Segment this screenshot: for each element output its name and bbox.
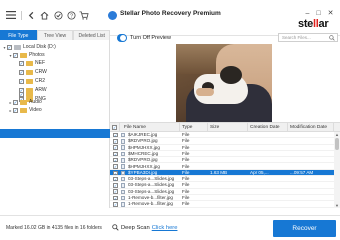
search-icon[interactable] (329, 35, 335, 41)
scroll-up-icon[interactable]: ▲ (334, 132, 340, 137)
file-icon (121, 176, 125, 182)
file-icon (121, 195, 125, 201)
file-list-header: ✓ File Name Type Size Creation Date Modi… (110, 122, 340, 132)
header-select-all[interactable]: ✓ (110, 123, 120, 132)
folder-icon (20, 99, 27, 105)
folder-icon (20, 52, 27, 58)
folder-icon (26, 78, 33, 84)
checkbox[interactable]: ✓ (113, 164, 118, 169)
home-icon[interactable] (38, 9, 50, 21)
scroll-thumb[interactable] (335, 138, 339, 150)
cart-icon[interactable] (78, 9, 90, 21)
deep-scan-link[interactable]: Click here (152, 225, 178, 231)
file-type-tree: ▾ ✓ Local Disk (D:) ▾ ✓ Photos ✓ NEF ✓ C… (0, 40, 110, 208)
deep-scan-label: Deep Scan (121, 224, 150, 231)
tree-item-cr2[interactable]: ✓ CR2 (19, 77, 45, 85)
svg-text:?: ? (70, 13, 73, 19)
scroll-down-icon[interactable]: ▼ (334, 203, 340, 208)
checkbox[interactable]: ✓ (113, 157, 118, 163)
cell-type: File (182, 201, 190, 207)
file-icon (121, 139, 125, 144)
cell-modification-date (288, 201, 334, 207)
checkbox[interactable]: ✓ (13, 52, 18, 58)
checkbox[interactable]: ✓ (113, 189, 118, 194)
status-bar: Marked 16.02 GB in 4135 files in 16 fold… (0, 215, 340, 240)
folder-icon (26, 60, 33, 66)
maximize-icon[interactable]: □ (314, 9, 323, 18)
left-panel-tabs: File Type Tree View Deleted List (0, 30, 111, 40)
cell-file-name: 1-Remove-b...filter.jpg (128, 201, 173, 207)
column-creation-date[interactable]: Creation Date (248, 123, 288, 132)
minimize-icon[interactable]: – (303, 9, 312, 18)
checkbox[interactable]: ✓ (19, 91, 24, 97)
file-list-scrollbar[interactable]: ▲ ▼ (334, 132, 340, 208)
checkbox[interactable]: ✓ (13, 107, 18, 113)
tree-item-jpeg-label[interactable]: ✓ JPEG (19, 90, 48, 98)
file-icon (121, 189, 125, 195)
recover-button[interactable]: Recover (273, 220, 336, 237)
app-logo-icon (108, 11, 117, 20)
checkbox[interactable]: ✓ (113, 183, 118, 188)
checkbox[interactable]: ✓ (7, 44, 12, 50)
column-type[interactable]: Type (180, 123, 208, 132)
cell-size (208, 201, 248, 207)
menu-icon[interactable] (5, 9, 17, 21)
tree-item-local-disk[interactable]: ▾ ✓ Local Disk (D:) (2, 43, 55, 51)
column-modification-date[interactable]: Modification Date (288, 123, 334, 132)
file-icon (121, 183, 125, 188)
close-icon[interactable]: ✕ (326, 9, 335, 18)
preview-toggle[interactable] (117, 34, 127, 42)
checkbox[interactable]: ✓ (113, 176, 118, 182)
photo-preview (176, 44, 272, 122)
tree-selection-highlight (0, 129, 110, 138)
file-icon (121, 145, 125, 150)
checkbox[interactable]: ✓ (113, 145, 118, 150)
file-icon (121, 202, 125, 207)
folder-icon (26, 69, 33, 75)
checkbox[interactable]: ✓ (19, 69, 24, 75)
check-icon[interactable] (52, 9, 64, 21)
help-icon[interactable]: ? (65, 9, 77, 21)
tab-file-type[interactable]: File Type (0, 30, 37, 40)
toolbar-divider (21, 11, 22, 20)
tree-item-video[interactable]: ▸ ✓ Video (8, 106, 41, 114)
checkbox[interactable]: ✓ (113, 202, 118, 207)
cell-creation-date (248, 201, 288, 207)
tab-deleted-list[interactable]: Deleted List (73, 30, 111, 40)
disk-icon (14, 44, 21, 50)
app-title: Stellar Photo Recovery Premium (120, 10, 221, 17)
back-icon[interactable] (25, 9, 37, 21)
file-icon (121, 151, 125, 157)
checkbox[interactable]: ✓ (19, 78, 24, 84)
column-file-name[interactable]: File Name (120, 123, 180, 132)
search-icon (112, 224, 119, 231)
file-icon (121, 132, 125, 138)
folder-icon (26, 91, 33, 97)
preview-toolbar: Turn Off Preview (110, 30, 340, 45)
checkbox[interactable]: ✓ (113, 151, 118, 157)
selection-status: Marked 16.02 GB in 4135 files in 16 fold… (6, 225, 102, 231)
table-row[interactable]: ✓ 1-Remove-b...filter.jpg File (110, 201, 334, 208)
checkbox[interactable]: ✓ (113, 132, 118, 138)
column-size[interactable]: Size (208, 123, 248, 132)
checkbox[interactable]: ✓ (113, 139, 118, 144)
tree-item-crw[interactable]: ✓ CRW (19, 68, 47, 76)
brand-logo: stellar (298, 18, 329, 30)
checkbox[interactable]: ✓ (113, 195, 118, 201)
folder-icon (20, 107, 27, 113)
checkbox[interactable]: ✓ (13, 99, 18, 105)
file-icon (121, 158, 125, 163)
preview-toggle-label: Turn Off Preview (130, 35, 171, 41)
file-list: ✓ File Name Type Size Creation Date Modi… (110, 122, 340, 208)
checkbox[interactable]: ✓ (19, 60, 24, 66)
checkbox[interactable]: ✓ (113, 170, 118, 176)
tab-tree-view[interactable]: Tree View (36, 30, 74, 40)
file-icon (121, 170, 125, 176)
tree-item-audio[interactable]: ▸ ✓ Audio (8, 98, 41, 106)
file-icon (121, 164, 125, 169)
deep-scan: Deep Scan Click here (112, 224, 177, 231)
tree-item-nef[interactable]: ✓ NEF (19, 59, 45, 67)
tree-item-photos[interactable]: ▾ ✓ Photos (8, 51, 44, 59)
